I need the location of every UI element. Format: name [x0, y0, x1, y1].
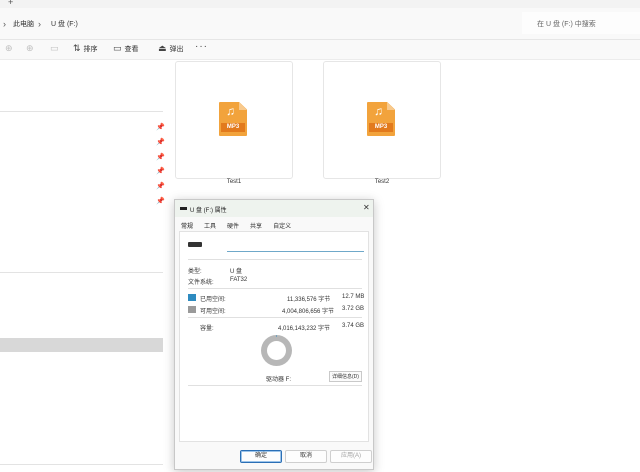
properties-dialog: U 盘 (F:) 属性 ✕ 常规 工具 硬件 共享 自定义 类型: U 盘 文件… — [174, 199, 374, 470]
volume-name-field[interactable] — [227, 238, 364, 252]
apply-button[interactable]: 应用(A) — [330, 450, 372, 463]
more-options-icon[interactable]: ··· — [195, 41, 208, 52]
pin-icon[interactable]: 📌 — [156, 153, 165, 161]
breadcrumb-this-pc[interactable]: 此电脑 — [13, 19, 34, 29]
nav-item-selected[interactable] — [0, 338, 163, 352]
pin-icon[interactable]: 📌 — [156, 182, 165, 190]
filesystem-label: 文件系统: — [188, 280, 214, 286]
free-space-swatch — [188, 306, 196, 313]
divider — [0, 111, 163, 112]
divider — [188, 288, 362, 289]
file-name[interactable]: Test2 — [323, 179, 441, 185]
capacity-label: 容量: — [200, 326, 214, 332]
chevron-right-icon[interactable]: › — [38, 19, 41, 29]
navigation-pane: 📌 📌 📌 📌 📌 📌 — [0, 60, 165, 472]
free-space-bytes: 4,004,806,656 字节 — [282, 309, 335, 315]
view-label: 查看 — [124, 45, 139, 53]
ok-button[interactable]: 确定 — [240, 450, 282, 463]
used-space-bytes: 11,336,576 字节 — [287, 297, 331, 303]
divider — [188, 317, 362, 318]
title-bar: + — [0, 0, 640, 8]
usage-donut-chart — [261, 335, 292, 366]
copy-icon[interactable]: ⊕ — [26, 43, 34, 54]
new-tab-button[interactable]: + — [8, 0, 13, 7]
mp3-file-icon: ♫ MP3 — [219, 102, 247, 136]
close-icon[interactable]: ✕ — [363, 203, 370, 212]
type-value: U 盘 — [230, 269, 243, 275]
divider — [0, 464, 163, 465]
pin-icon[interactable]: 📌 — [156, 123, 165, 131]
mp3-file-icon: ♫ MP3 — [367, 102, 395, 136]
dialog-title: U 盘 (F:) 属性 — [190, 208, 227, 214]
cut-icon[interactable]: ⊕ — [5, 43, 13, 54]
divider — [188, 259, 362, 260]
view-button[interactable]: ▭ 查看 — [113, 43, 139, 54]
sort-button[interactable]: ⇅ 排序 — [73, 43, 98, 54]
details-button[interactable]: 详细信息(D) — [329, 371, 362, 382]
usb-drive-icon — [188, 242, 202, 247]
file-name[interactable]: Test1 — [175, 179, 293, 185]
free-space-label: 可用空间: — [200, 309, 226, 315]
pin-icon[interactable]: 📌 — [156, 138, 165, 146]
breadcrumb-usb-drive[interactable]: U 盘 (F:) — [51, 19, 78, 29]
divider — [0, 272, 163, 273]
cancel-button[interactable]: 取消 — [285, 450, 327, 463]
paste-icon[interactable]: ▭ — [50, 43, 59, 54]
file-type-tag: MP3 — [221, 123, 245, 132]
drive-letter-label: 驱动器 F: — [266, 377, 291, 383]
monitor-icon: ▭ — [113, 43, 122, 53]
general-panel: 类型: U 盘 文件系统: FAT32 已用空间: 11,336,576 字节 … — [179, 231, 369, 442]
pin-icon[interactable]: 📌 — [156, 197, 165, 205]
eject-icon: ⏏ — [158, 43, 167, 53]
command-toolbar: ⊕ ⊕ ▭ ⇅ 排序 ▭ 查看 ⏏ 弹出 ··· — [0, 40, 640, 60]
file-tile-test1[interactable]: ♫ MP3 — [175, 61, 293, 179]
eject-label: 弹出 — [169, 45, 184, 53]
chevron-right-icon[interactable]: › — [3, 19, 6, 29]
free-space-size: 3.72 GB — [342, 306, 365, 312]
eject-button[interactable]: ⏏ 弹出 — [158, 43, 184, 54]
dialog-button-row: 确定 取消 应用(A) — [175, 445, 373, 469]
address-bar: › 此电脑 › U 盘 (F:) 在 U 盘 (F:) 中搜索 — [0, 8, 640, 40]
pin-icon[interactable]: 📌 — [156, 167, 165, 175]
drive-icon — [180, 207, 187, 210]
filesystem-value: FAT32 — [230, 277, 248, 283]
sort-icon: ⇅ — [73, 43, 81, 53]
divider — [188, 385, 362, 386]
used-space-label: 已用空间: — [200, 297, 226, 303]
used-space-size: 12.7 MB — [342, 294, 365, 300]
capacity-size: 3.74 GB — [342, 323, 365, 329]
dialog-title-bar[interactable]: U 盘 (F:) 属性 ✕ — [175, 200, 373, 217]
used-space-swatch — [188, 294, 196, 301]
type-label: 类型: — [188, 269, 202, 275]
search-input[interactable]: 在 U 盘 (F:) 中搜索 — [522, 12, 640, 34]
sort-label: 排序 — [83, 45, 98, 53]
search-placeholder: 在 U 盘 (F:) 中搜索 — [537, 21, 596, 28]
capacity-bytes: 4,016,143,232 字节 — [278, 326, 331, 332]
file-type-tag: MP3 — [369, 123, 393, 132]
file-tile-test2[interactable]: ♫ MP3 — [323, 61, 441, 179]
